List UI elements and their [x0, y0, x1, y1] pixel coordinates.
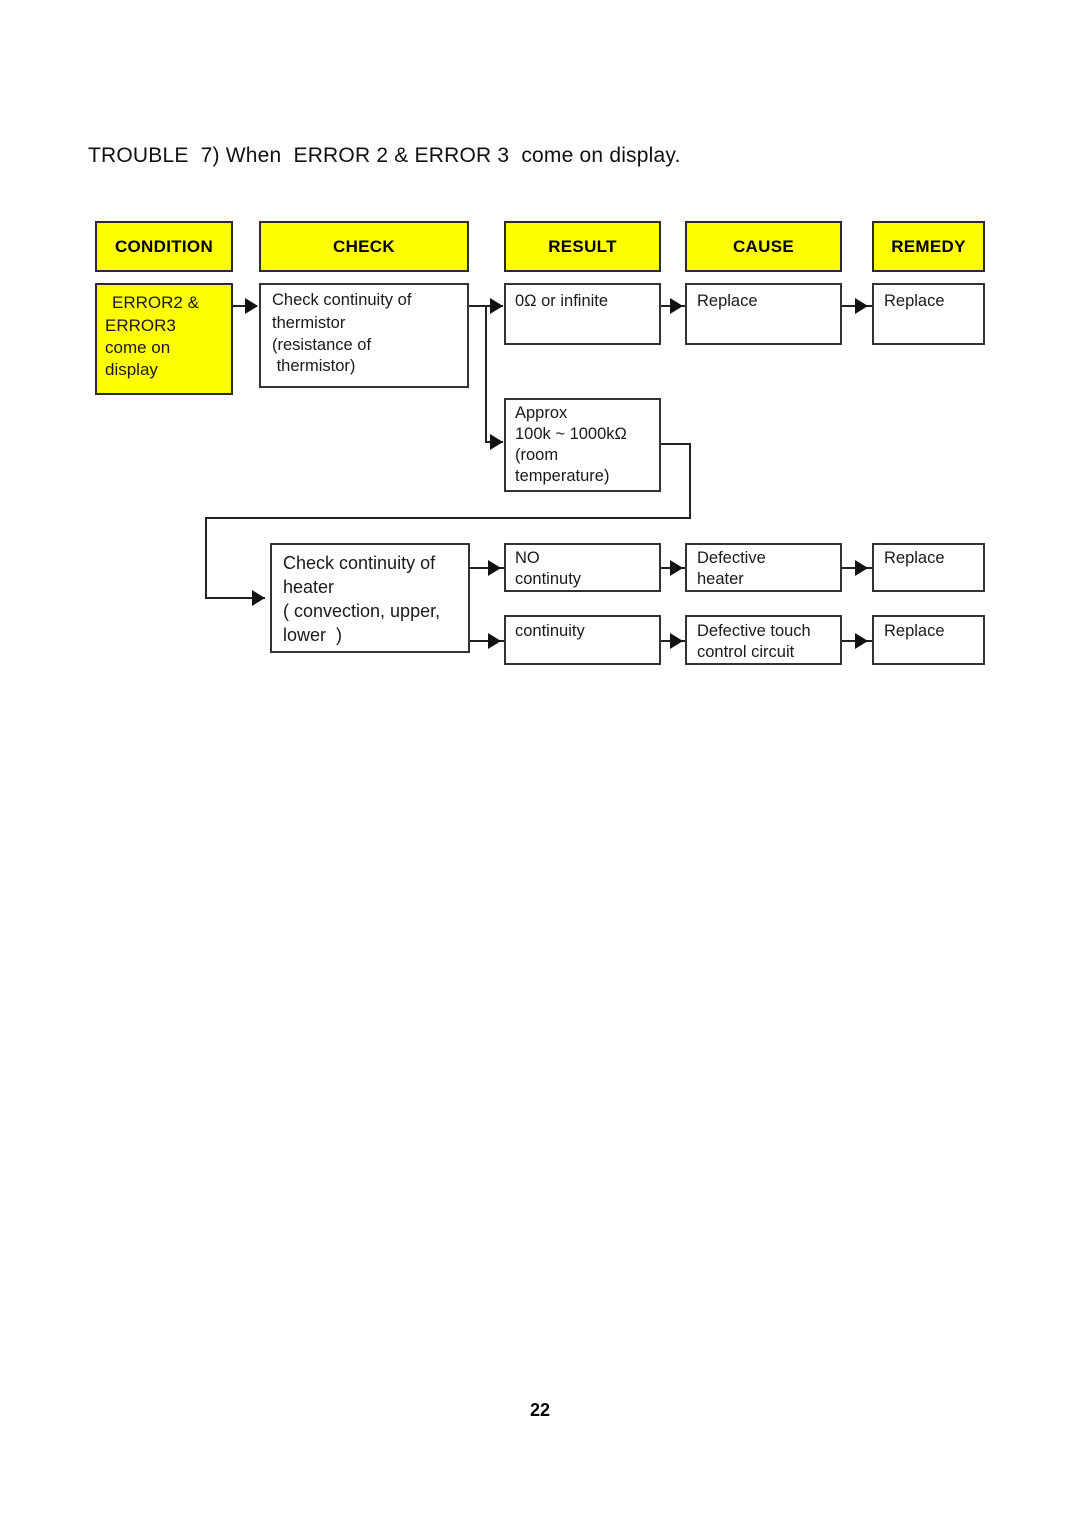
result-approx-line-1: Approx — [515, 404, 568, 422]
remedy-replace-3-line-1: Replace — [884, 622, 945, 640]
arrowhead-approx-to-heater — [252, 590, 265, 606]
arrowhead-continuity-to-cause — [670, 633, 683, 649]
column-header-condition-label: CONDITION — [114, 236, 214, 256]
cause-defective-heater-line-2: heater — [697, 570, 744, 588]
condition-line-4: display — [105, 360, 158, 379]
condition-line-1: ERROR2 & — [112, 293, 199, 312]
column-header-condition: CONDITION — [95, 221, 233, 272]
column-header-remedy-label: REMEDY — [891, 236, 966, 256]
check-heater-line-1: Check continuity of — [283, 553, 436, 573]
connector-approx-down-left — [205, 517, 207, 599]
column-header-check: CHECK — [259, 221, 469, 272]
arrowhead-heater-to-continuity — [488, 633, 501, 649]
check-thermistor-line-1: Check continuity of — [272, 291, 412, 309]
connector-thermistor-vertical — [485, 305, 487, 443]
arrowhead-result1-to-cause1 — [670, 298, 683, 314]
cause-defective-touch-line-2: control circuit — [697, 643, 795, 661]
result-approx-line-2: 100k ~ 1000kΩ — [515, 425, 627, 443]
arrowhead-cause3-to-remedy3 — [855, 633, 868, 649]
arrowhead-no-continuity-to-cause — [670, 560, 683, 576]
check-heater-line-4: lower ) — [283, 625, 343, 645]
check-heater-line-3: ( convection, upper, — [283, 601, 441, 621]
condition-line-3: come on — [105, 338, 171, 357]
result-continuity-line-1: continuity — [515, 622, 585, 640]
cause-defective-heater-line-1: Defective — [697, 549, 766, 567]
troubleshooting-flowchart-page: TROUBLE 7) When ERROR 2 & ERROR 3 come o… — [0, 0, 1080, 1528]
arrowhead-cause2-to-remedy2 — [855, 560, 868, 576]
arrowhead-thermistor-to-result-1 — [490, 298, 503, 314]
result-approx-line-4: temperature) — [515, 467, 610, 485]
arrowhead-thermistor-to-result-2 — [490, 434, 503, 450]
result-no-continuity-line-2: continuty — [515, 570, 582, 588]
column-header-cause-label: CAUSE — [732, 236, 794, 256]
remedy-replace-2-line-1: Replace — [884, 549, 945, 567]
condition-line-2: ERROR3 — [105, 316, 176, 335]
check-thermistor-line-4: thermistor) — [272, 357, 356, 375]
connector-approx-across — [205, 517, 691, 519]
page-number: 22 — [529, 1400, 551, 1420]
column-header-check-label: CHECK — [333, 236, 395, 256]
page-title: TROUBLE 7) When ERROR 2 & ERROR 3 come o… — [88, 144, 681, 167]
column-header-result: RESULT — [504, 221, 661, 272]
check-thermistor-line-2: thermistor — [272, 314, 346, 332]
cause-replace-thermistor-line-1: Replace — [697, 292, 758, 310]
result-zero-or-infinite-line-1: 0Ω or infinite — [515, 292, 609, 310]
connector-approx-down — [689, 443, 691, 519]
column-header-cause: CAUSE — [685, 221, 842, 272]
remedy-replace-1-line-1: Replace — [884, 292, 945, 310]
arrowhead-heater-to-no-continuity — [488, 560, 501, 576]
result-approx-line-3: (room — [515, 446, 559, 464]
check-heater-line-2: heater — [283, 577, 335, 597]
arrowhead-cause1-to-remedy1 — [855, 298, 868, 314]
check-thermistor-line-3: (resistance of — [272, 336, 372, 354]
cause-defective-touch-line-1: Defective touch — [697, 622, 811, 640]
column-header-remedy: REMEDY — [872, 221, 985, 272]
column-header-result-label: RESULT — [548, 236, 617, 256]
result-no-continuity-line-1: NO — [515, 549, 540, 567]
arrowhead-condition-to-check — [245, 298, 258, 314]
connector-approx-exit — [661, 443, 691, 445]
